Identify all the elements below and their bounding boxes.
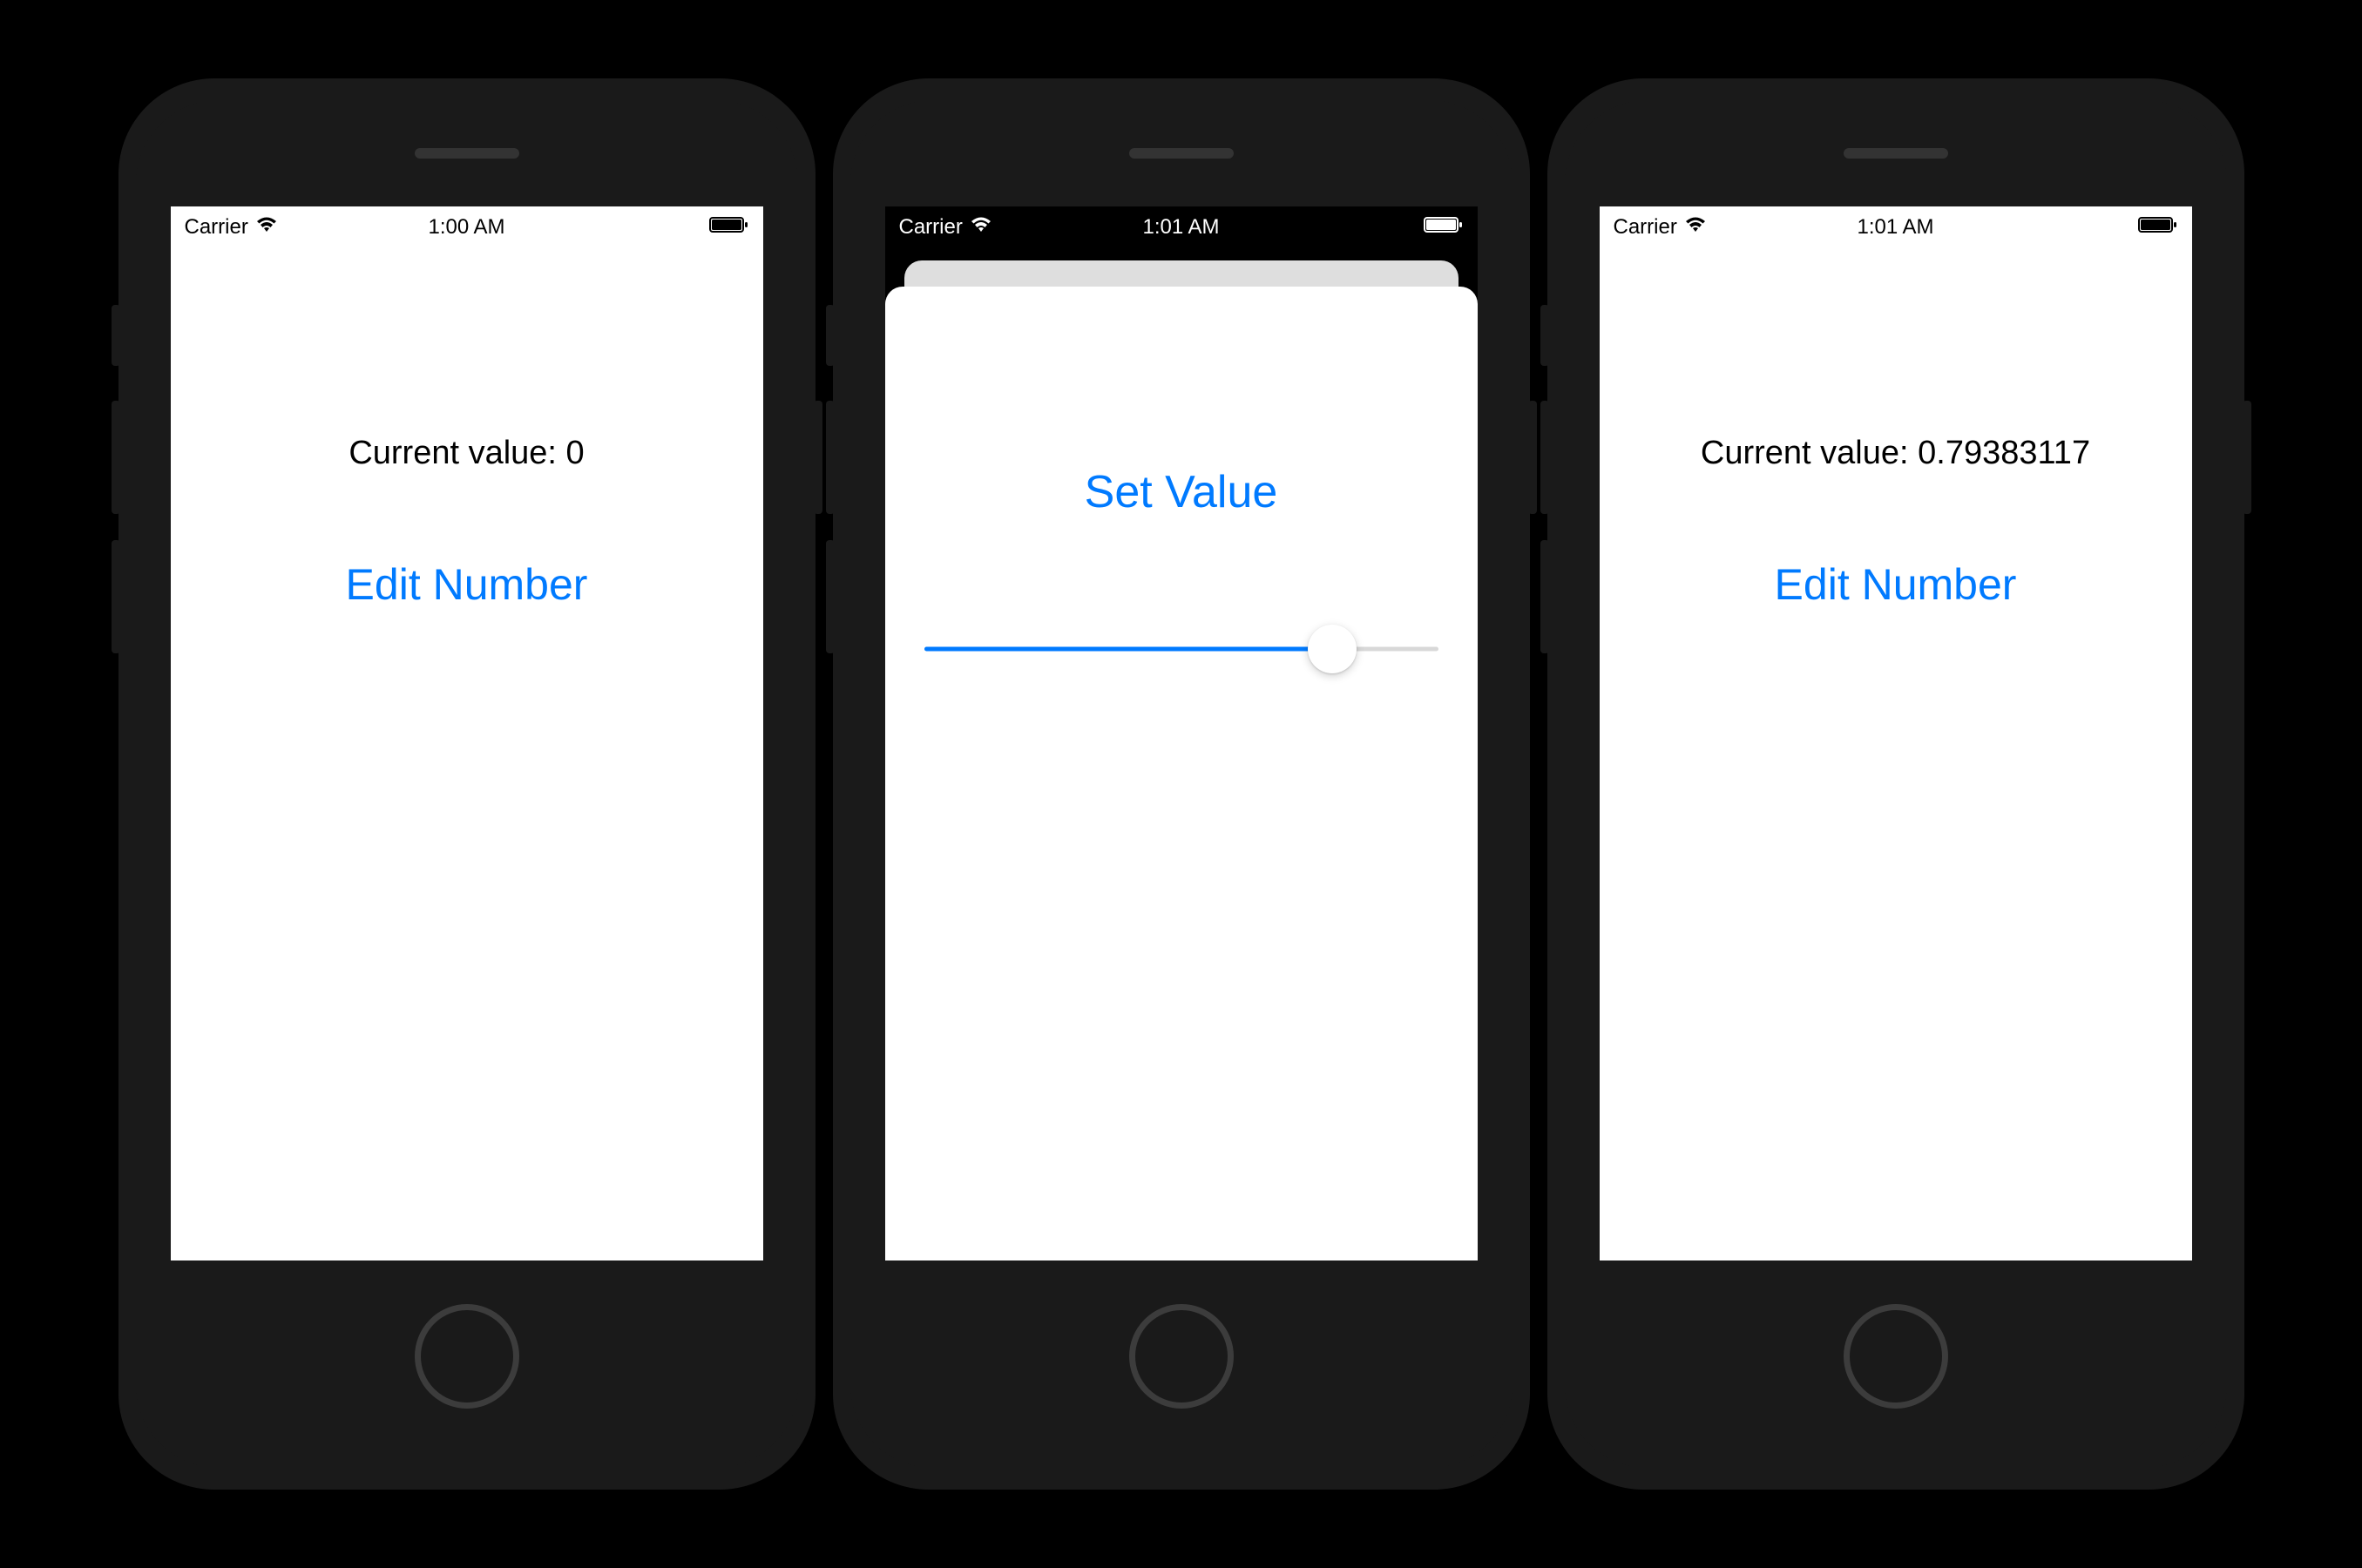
mute-switch <box>112 305 120 366</box>
power-button <box>2243 401 2251 514</box>
carrier-label: Carrier <box>185 215 248 240</box>
wifi-icon <box>255 215 278 240</box>
battery-icon <box>2138 215 2178 240</box>
power-button <box>1528 401 1537 514</box>
screen-2: Carrier 1:01 AM Set Value <box>885 206 1478 1260</box>
volume-down-button <box>1540 540 1549 653</box>
value-slider[interactable] <box>924 632 1438 666</box>
phone-frame-3: Carrier 1:01 AM Current value: 0.7938311… <box>1547 78 2244 1490</box>
speaker-grille <box>1129 148 1234 159</box>
status-bar: Carrier 1:01 AM <box>885 206 1478 247</box>
mute-switch <box>826 305 835 366</box>
speaker-grille <box>1844 148 1948 159</box>
phone-body: Carrier 1:01 AM Current value: 0.7938311… <box>1565 100 2227 1468</box>
status-bar: Carrier 1:01 AM <box>1600 206 2192 247</box>
volume-up-button <box>826 401 835 514</box>
slider-fill <box>924 647 1332 652</box>
power-button <box>814 401 822 514</box>
content-area: Current value: 0 Edit Number <box>171 247 763 610</box>
home-button[interactable] <box>1844 1304 1948 1409</box>
mute-switch <box>1540 305 1549 366</box>
time-label: 1:00 AM <box>428 215 504 240</box>
speaker-grille <box>415 148 519 159</box>
time-label: 1:01 AM <box>1142 215 1219 240</box>
phone-frame-2: Carrier 1:01 AM Set Value <box>833 78 1530 1490</box>
volume-up-button <box>112 401 120 514</box>
edit-number-button[interactable]: Edit Number <box>1775 559 2017 610</box>
carrier-label: Carrier <box>1614 215 1677 240</box>
phone-frame-1: Carrier 1:00 AM Current value: 0 Edit Nu… <box>118 78 816 1490</box>
volume-up-button <box>1540 401 1549 514</box>
battery-icon <box>709 215 749 240</box>
current-value-label: Current value: 0.79383117 <box>1701 435 2090 472</box>
carrier-label: Carrier <box>899 215 963 240</box>
modal-sheet: Set Value <box>885 287 1478 1260</box>
home-button[interactable] <box>1129 1304 1234 1409</box>
battery-icon <box>1424 215 1464 240</box>
screen-1: Carrier 1:00 AM Current value: 0 Edit Nu… <box>171 206 763 1260</box>
wifi-icon <box>970 215 992 240</box>
status-bar: Carrier 1:00 AM <box>171 206 763 247</box>
current-value-label: Current value: 0 <box>349 435 584 472</box>
content-area: Current value: 0.79383117 Edit Number <box>1600 247 2192 610</box>
phone-body: Carrier 1:00 AM Current value: 0 Edit Nu… <box>136 100 798 1468</box>
home-button[interactable] <box>415 1304 519 1409</box>
screen-3: Carrier 1:01 AM Current value: 0.7938311… <box>1600 206 2192 1260</box>
edit-number-button[interactable]: Edit Number <box>346 559 588 610</box>
wifi-icon <box>1684 215 1707 240</box>
slider-thumb[interactable] <box>1308 625 1357 673</box>
phone-body: Carrier 1:01 AM Set Value <box>850 100 1513 1468</box>
set-value-button[interactable]: Set Value <box>1085 466 1278 518</box>
volume-down-button <box>826 540 835 653</box>
time-label: 1:01 AM <box>1857 215 1933 240</box>
volume-down-button <box>112 540 120 653</box>
